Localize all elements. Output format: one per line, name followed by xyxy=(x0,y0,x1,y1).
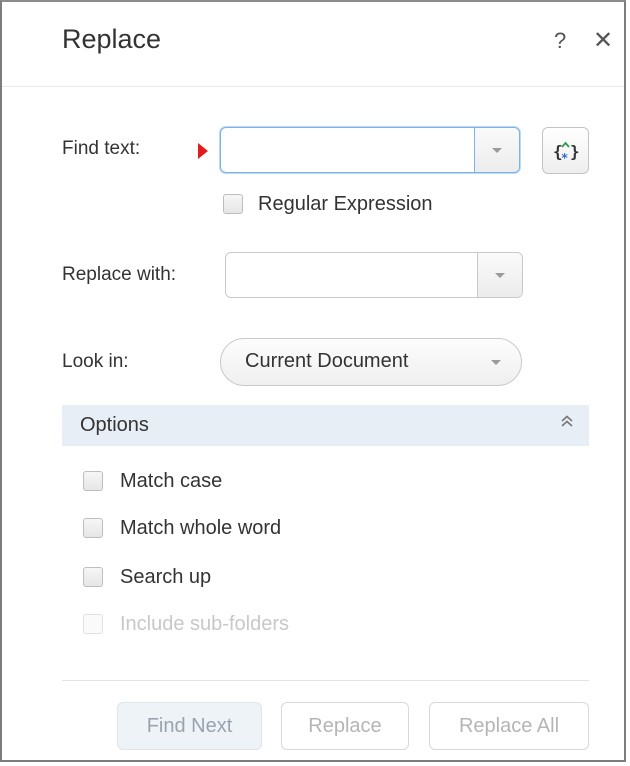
find-text-input[interactable] xyxy=(229,136,463,166)
double-chevron-up-icon[interactable] xyxy=(559,413,575,431)
find-next-button[interactable]: Find Next xyxy=(117,702,262,750)
chevron-down-icon xyxy=(495,273,505,278)
regex-builder-button[interactable]: { } * xyxy=(542,127,589,174)
svg-text:*: * xyxy=(561,151,568,165)
replace-with-label: Replace with: xyxy=(62,264,177,285)
help-icon[interactable]: ? xyxy=(554,28,566,54)
replace-with-input[interactable] xyxy=(234,261,468,291)
regex-builder-icon: { } * xyxy=(553,141,580,165)
find-text-combobox xyxy=(220,127,520,173)
regex-checkbox-label[interactable]: Regular Expression xyxy=(258,193,433,216)
options-section-header[interactable]: Options xyxy=(62,405,589,446)
chevron-down-icon xyxy=(492,148,502,153)
regex-checkbox[interactable] xyxy=(223,194,243,214)
close-icon[interactable]: ✕ xyxy=(593,26,613,55)
include-subfolders-label: Include sub-folders xyxy=(120,613,289,635)
match-case-checkbox[interactable] xyxy=(83,471,103,491)
required-marker-icon xyxy=(198,143,208,159)
replace-button[interactable]: Replace xyxy=(281,702,409,750)
look-in-select[interactable]: Current Document xyxy=(220,338,522,386)
look-in-label: Look in: xyxy=(62,351,129,372)
search-up-checkbox[interactable] xyxy=(83,567,103,587)
replace-all-button[interactable]: Replace All xyxy=(429,702,589,750)
match-case-label[interactable]: Match case xyxy=(120,470,222,493)
title-divider xyxy=(2,86,624,87)
chevron-down-icon xyxy=(491,360,501,365)
search-up-label[interactable]: Search up xyxy=(120,566,211,589)
replace-with-dropdown-button[interactable] xyxy=(477,253,522,297)
replace-dialog: Replace ? ✕ Find text: { } * Regular Exp… xyxy=(0,0,626,762)
include-subfolders-checkbox xyxy=(83,614,103,634)
options-header-label: Options xyxy=(80,414,149,436)
dialog-title: Replace xyxy=(62,24,162,54)
find-text-label: Find text: xyxy=(62,138,141,159)
replace-with-combobox xyxy=(225,252,523,298)
match-whole-word-label[interactable]: Match whole word xyxy=(120,517,281,540)
svg-text:}: } xyxy=(570,142,580,161)
find-text-dropdown-button[interactable] xyxy=(474,128,519,172)
footer-divider xyxy=(62,680,589,681)
look-in-value: Current Document xyxy=(245,350,409,372)
match-whole-word-checkbox[interactable] xyxy=(83,518,103,538)
